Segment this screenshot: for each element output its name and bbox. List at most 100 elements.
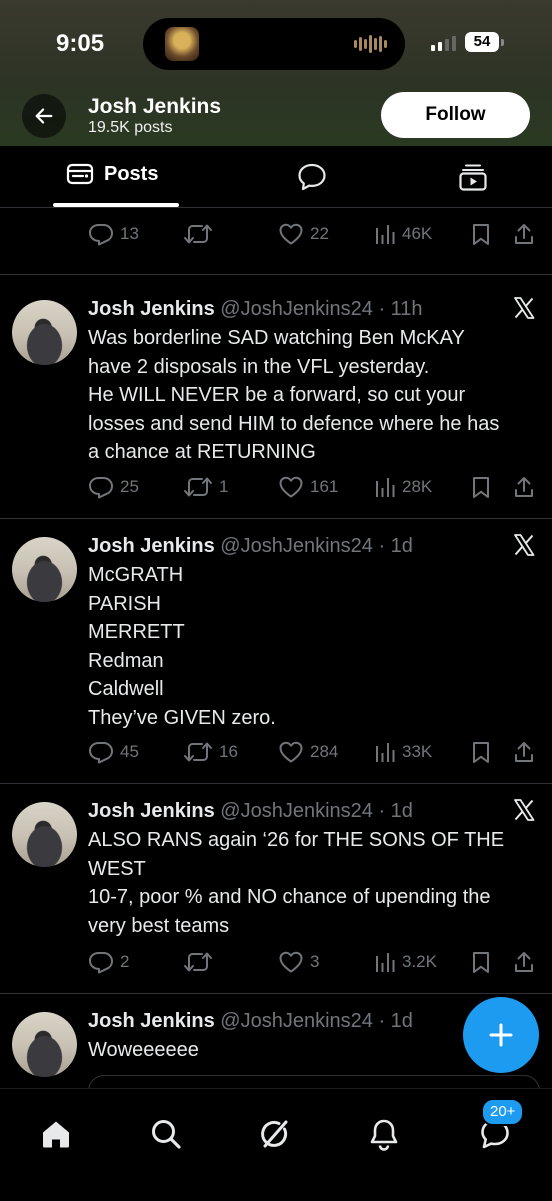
bookmark-button[interactable]: [471, 475, 491, 499]
tweet-text-line: PARISH: [88, 592, 161, 615]
tweet-text-line: very best teams: [88, 914, 230, 937]
bell-icon: [370, 1119, 398, 1151]
grok-explain-button[interactable]: [512, 798, 536, 827]
now-playing-artwork: [165, 27, 199, 61]
retweet-icon: [184, 224, 212, 244]
nav-search[interactable]: [149, 1117, 183, 1156]
battery-icon: [501, 39, 504, 46]
views-button[interactable]: 33K: [374, 740, 432, 764]
avatar[interactable]: [12, 537, 77, 602]
bookmark-icon: [473, 477, 489, 498]
tweet-header: Josh Jenkins @JoshJenkins24 · 1d: [88, 535, 413, 558]
audio-waveform-icon: [354, 35, 387, 53]
tweet-author-handle[interactable]: @JoshJenkins24 · 1d: [220, 1010, 413, 1032]
share-button[interactable]: [513, 222, 535, 246]
media-tab-icon: [459, 164, 487, 191]
views-button[interactable]: 46K: [374, 222, 432, 246]
search-icon: [152, 1120, 181, 1149]
retweet-button[interactable]: [183, 950, 219, 974]
reply-button[interactable]: 2: [88, 950, 129, 974]
follow-button[interactable]: Follow: [381, 92, 530, 138]
nav-grok[interactable]: [257, 1117, 291, 1156]
views-icon: [376, 225, 395, 244]
tweet-text-line: WEST: [88, 857, 146, 880]
share-button[interactable]: [513, 740, 535, 764]
profile-tabs: Posts: [0, 146, 552, 208]
tweet-author-name[interactable]: Josh Jenkins: [88, 298, 215, 320]
retweet-button[interactable]: 16: [183, 740, 238, 764]
tweet[interactable]: Josh Jenkins @JoshJenkins24 · 1d ALSO RA…: [0, 783, 552, 994]
avatar[interactable]: [12, 300, 77, 365]
compose-button[interactable]: [463, 997, 539, 1073]
like-count: 22: [310, 224, 329, 243]
reply-icon: [89, 742, 113, 764]
bookmark-button[interactable]: [471, 740, 491, 764]
tweet-actions: 2 3 3.2K: [88, 950, 538, 978]
grok-explain-button[interactable]: [512, 533, 536, 562]
tweet-author-name[interactable]: Josh Jenkins: [88, 1010, 215, 1032]
like-button[interactable]: 3: [278, 950, 319, 974]
tweet-text-line: have 2 disposals in the VFL yesterday.: [88, 355, 430, 378]
view-count: 3.2K: [402, 952, 437, 971]
tab-posts[interactable]: Posts: [66, 162, 158, 186]
reply-count: 25: [120, 477, 139, 496]
reply-button[interactable]: 45: [88, 740, 139, 764]
like-button[interactable]: 22: [278, 222, 329, 246]
tweet-text-line: losses and send HIM to defence where he …: [88, 412, 500, 435]
retweet-icon: [184, 742, 212, 762]
back-button[interactable]: [22, 94, 66, 138]
messages-badge: 20+: [481, 1098, 525, 1126]
tweet-text-line: MERRETT: [88, 621, 185, 643]
tweet-actions: 13 22 46K: [88, 222, 538, 250]
nav-notifications[interactable]: [367, 1117, 401, 1156]
reply-button[interactable]: 13: [88, 222, 139, 246]
like-button[interactable]: 284: [278, 740, 338, 764]
posts-tab-icon: [66, 163, 94, 185]
avatar[interactable]: [12, 802, 77, 867]
bookmark-button[interactable]: [471, 222, 491, 246]
x-logo-icon: [514, 534, 535, 556]
tweet-author-name[interactable]: Josh Jenkins: [88, 800, 215, 822]
like-count: 284: [310, 742, 339, 761]
tweet[interactable]: Josh Jenkins @JoshJenkins24 · 1d McGRATH…: [0, 518, 552, 784]
retweet-icon: [184, 477, 212, 497]
views-button[interactable]: 3.2K: [374, 950, 437, 974]
like-button[interactable]: 161: [278, 475, 338, 499]
avatar[interactable]: [12, 1012, 77, 1077]
like-count: 3: [310, 952, 320, 971]
reply-icon: [89, 224, 113, 246]
dynamic-island[interactable]: [143, 18, 405, 70]
bookmark-icon: [473, 952, 489, 973]
plus-icon: [489, 1023, 513, 1047]
retweet-button[interactable]: 1: [183, 475, 228, 499]
reply-icon: [89, 952, 113, 974]
home-icon: [43, 1121, 69, 1148]
views-button[interactable]: 28K: [374, 475, 432, 499]
tweet-author-name[interactable]: Josh Jenkins: [88, 535, 215, 557]
tweet-text-line: Redman: [88, 649, 164, 672]
arrow-left-icon: [35, 108, 53, 124]
reply-count: 13: [120, 224, 139, 243]
views-icon: [376, 953, 395, 972]
reply-button[interactable]: 25: [88, 475, 139, 499]
retweet-button[interactable]: [183, 222, 219, 246]
tweet[interactable]: Josh Jenkins @JoshJenkins24 · 11h Was bo…: [0, 274, 552, 519]
grok-explain-button[interactable]: [512, 296, 536, 325]
heart-icon: [279, 741, 303, 763]
bookmark-button[interactable]: [471, 950, 491, 974]
tab-replies[interactable]: [296, 162, 328, 197]
tweet-text-line: ALSO RANS again ‘26 for THE SONS OF THE: [88, 829, 505, 851]
retweet-icon: [184, 952, 212, 972]
tweet-text-line: Was borderline SAD watching Ben McKAY: [88, 327, 465, 349]
tweet-author-handle[interactable]: @JoshJenkins24 · 1d: [220, 800, 413, 822]
tweet-author-handle[interactable]: @JoshJenkins24 · 1d: [220, 535, 413, 557]
share-button[interactable]: [513, 950, 535, 974]
tweet-author-handle[interactable]: @JoshJenkins24 · 11h: [220, 298, 422, 320]
heart-icon: [279, 223, 303, 245]
tab-media[interactable]: [458, 162, 488, 197]
tab-posts-label: Posts: [104, 162, 159, 185]
share-button[interactable]: [513, 475, 535, 499]
nav-home[interactable]: [39, 1117, 73, 1156]
tweet-text-line: Caldwell: [88, 678, 164, 700]
tweet-partial[interactable]: 13 22 46K: [0, 208, 552, 275]
